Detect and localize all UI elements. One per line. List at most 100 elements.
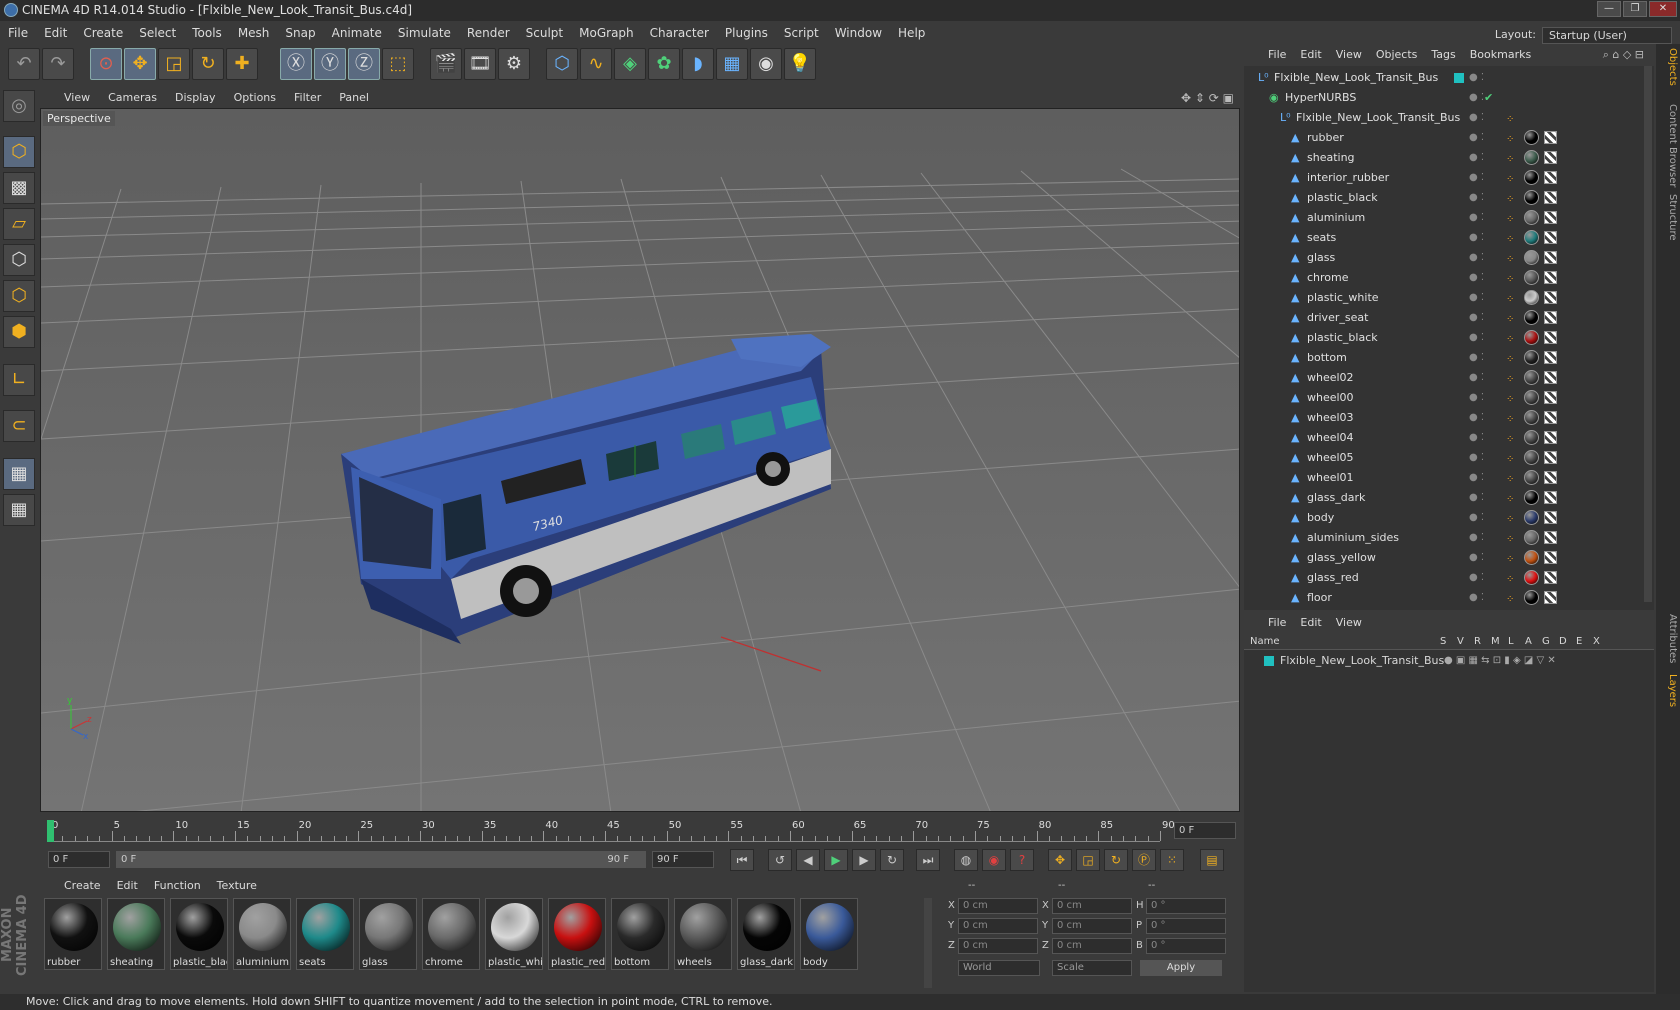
restore-button[interactable]: ❐ (1623, 1, 1647, 17)
object-row[interactable]: ▲ glass_red ● ⁚ ⁘ (1244, 568, 1644, 588)
material-swatch[interactable]: glass_dark (737, 898, 795, 970)
object-menu-objects[interactable]: Objects (1369, 44, 1425, 66)
key-rotation-icon[interactable]: ↻ (1104, 849, 1128, 871)
end-frame-field[interactable]: 90 F (652, 851, 714, 868)
frame-ruler[interactable]: 0 5 10 15 20 25 30 35 40 45 50 55 60 65 70 75 80 85 90 (47, 820, 1175, 842)
material-tag-icon[interactable] (1524, 490, 1539, 505)
visibility-dots-icon[interactable]: ● ⁚ (1469, 588, 1484, 608)
viewport-menu-cameras[interactable]: Cameras (99, 88, 166, 108)
coord-mode-dropdown[interactable]: World (958, 960, 1040, 976)
phong-tag-icon[interactable]: ⁘ (1506, 310, 1516, 325)
viewport-menu-panel[interactable]: Panel (330, 88, 378, 108)
previous-frame-icon[interactable]: ◀ (796, 849, 820, 871)
tab-content-browser[interactable]: Content Browser (1658, 104, 1678, 187)
material-tag-icon[interactable] (1524, 510, 1539, 525)
record-keys-icon[interactable]: ◍ (954, 849, 978, 871)
rotation-h-field[interactable]: 0 ° (1146, 898, 1226, 914)
uvw-tag-icon[interactable] (1544, 491, 1557, 504)
uvw-tag-icon[interactable] (1544, 171, 1557, 184)
material-menu-edit[interactable]: Edit (109, 876, 146, 896)
material-menu-create[interactable]: Create (40, 876, 109, 896)
material-tag-icon[interactable] (1524, 530, 1539, 545)
menu-script[interactable]: Script (776, 22, 827, 44)
material-tag-icon[interactable] (1524, 470, 1539, 485)
material-swatch[interactable]: aluminium (233, 898, 291, 970)
object-row[interactable]: ▲ aluminium_sides ● ⁚ ⁘ (1244, 528, 1644, 548)
y-axis-lock-icon[interactable]: Ⓨ (314, 48, 346, 80)
range-slider[interactable]: 0 F 90 F (116, 851, 646, 868)
position-y-field[interactable]: 0 cm (958, 918, 1038, 934)
visibility-dots-icon[interactable]: ● ⁚ (1469, 488, 1484, 508)
uvw-tag-icon[interactable] (1544, 471, 1557, 484)
uvw-tag-icon[interactable] (1544, 331, 1557, 344)
object-row[interactable]: ▲ chrome ● ⁚ ⁘ (1244, 268, 1644, 288)
close-button[interactable]: ✕ (1649, 1, 1677, 17)
render-settings-icon[interactable]: ⚙ (498, 48, 530, 80)
material-tag-icon[interactable] (1524, 210, 1539, 225)
material-tag-icon[interactable] (1524, 130, 1539, 145)
visibility-dots-icon[interactable]: ● ⁚ (1469, 388, 1484, 408)
uvw-tag-icon[interactable] (1544, 431, 1557, 444)
object-menu-tags[interactable]: Tags (1424, 44, 1462, 66)
viewport-menu-view[interactable]: View (40, 88, 99, 108)
visibility-dots-icon[interactable]: ● ⁚ (1469, 468, 1484, 488)
key-scale-icon[interactable]: ◲ (1076, 849, 1100, 871)
layer-menu-edit[interactable]: Edit (1293, 612, 1328, 634)
rotation-b-field[interactable]: 0 ° (1146, 938, 1226, 954)
uvw-tag-icon[interactable] (1544, 411, 1557, 424)
object-row[interactable]: ▲ wheel00 ● ⁚ ⁘ (1244, 388, 1644, 408)
tab-structure[interactable]: Structure (1658, 194, 1678, 241)
layer-column-label[interactable]: G (1542, 634, 1550, 650)
uvw-tag-icon[interactable] (1544, 291, 1557, 304)
menu-render[interactable]: Render (459, 22, 518, 44)
material-swatch[interactable]: bottom (611, 898, 669, 970)
phong-tag-icon[interactable]: ⁘ (1506, 270, 1516, 285)
rotate-tool-icon[interactable]: ↻ (192, 48, 224, 80)
object-row[interactable]: ▲ sheating ● ⁚ ⁘ (1244, 148, 1644, 168)
visibility-dots-icon[interactable]: ● ⁚ (1469, 368, 1484, 388)
material-tag-icon[interactable] (1524, 170, 1539, 185)
tab-attributes[interactable]: Attributes (1658, 614, 1678, 663)
next-frame-icon[interactable]: ▶ (852, 849, 876, 871)
menu-mograph[interactable]: MoGraph (571, 22, 642, 44)
menu-window[interactable]: Window (827, 22, 890, 44)
object-row[interactable]: ▲ body ● ⁚ ⁘ (1244, 508, 1644, 528)
uvw-tag-icon[interactable] (1544, 311, 1557, 324)
object-row[interactable]: ▲ rubber ● ⁚ ⁘ (1244, 128, 1644, 148)
material-tag-icon[interactable] (1524, 430, 1539, 445)
x-axis-lock-icon[interactable]: Ⓧ (280, 48, 312, 80)
phong-tag-icon[interactable]: ⁘ (1506, 450, 1516, 465)
visibility-dots-icon[interactable]: ● ⁚ (1469, 88, 1484, 108)
phong-tag-icon[interactable]: ⁘ (1506, 550, 1516, 565)
playhead[interactable] (47, 820, 54, 842)
menu-edit[interactable]: Edit (36, 22, 75, 44)
menu-select[interactable]: Select (131, 22, 184, 44)
uvw-tag-icon[interactable] (1544, 151, 1557, 164)
object-row[interactable]: ▲ glass ● ⁚ ⁘ (1244, 248, 1644, 268)
perspective-viewport[interactable]: 7340 y z x Perspective (40, 108, 1240, 812)
visibility-dots-icon[interactable]: ● ⁚ (1469, 228, 1484, 248)
visibility-dots-icon[interactable]: ● ⁚ (1469, 348, 1484, 368)
last-tool-icon[interactable]: ✚ (226, 48, 258, 80)
next-key-icon[interactable]: ↻ (880, 849, 904, 871)
visibility-dots-icon[interactable]: ● ⁚ (1469, 248, 1484, 268)
object-row[interactable]: ▲ plastic_white ● ⁚ ⁘ (1244, 288, 1644, 308)
visibility-dots-icon[interactable]: ● ⁚ (1469, 508, 1484, 528)
object-row[interactable]: ▲ plastic_black ● ⁚ ⁘ (1244, 188, 1644, 208)
layer-column-label[interactable]: A (1525, 634, 1532, 650)
spline-icon[interactable]: ∿ (580, 48, 612, 80)
live-selection-icon[interactable]: ⊙ (90, 48, 122, 80)
uvw-tag-icon[interactable] (1544, 131, 1557, 144)
workplane-mode-icon[interactable]: ▱ (3, 208, 35, 240)
previous-key-icon[interactable]: ↺ (768, 849, 792, 871)
undo-icon[interactable]: ↶ (8, 48, 40, 80)
render-view-icon[interactable]: 🎬 (430, 48, 462, 80)
phong-tag-icon[interactable]: ⁘ (1506, 210, 1516, 225)
uvw-tag-icon[interactable] (1544, 191, 1557, 204)
visibility-dots-icon[interactable]: ● ⁚ (1469, 428, 1484, 448)
material-tag-icon[interactable] (1524, 250, 1539, 265)
key-position-icon[interactable]: ✥ (1048, 849, 1072, 871)
viewport-menu-filter[interactable]: Filter (285, 88, 330, 108)
tab-objects[interactable]: Objects (1658, 48, 1678, 86)
visibility-dots-icon[interactable]: ● ⁚ (1469, 548, 1484, 568)
